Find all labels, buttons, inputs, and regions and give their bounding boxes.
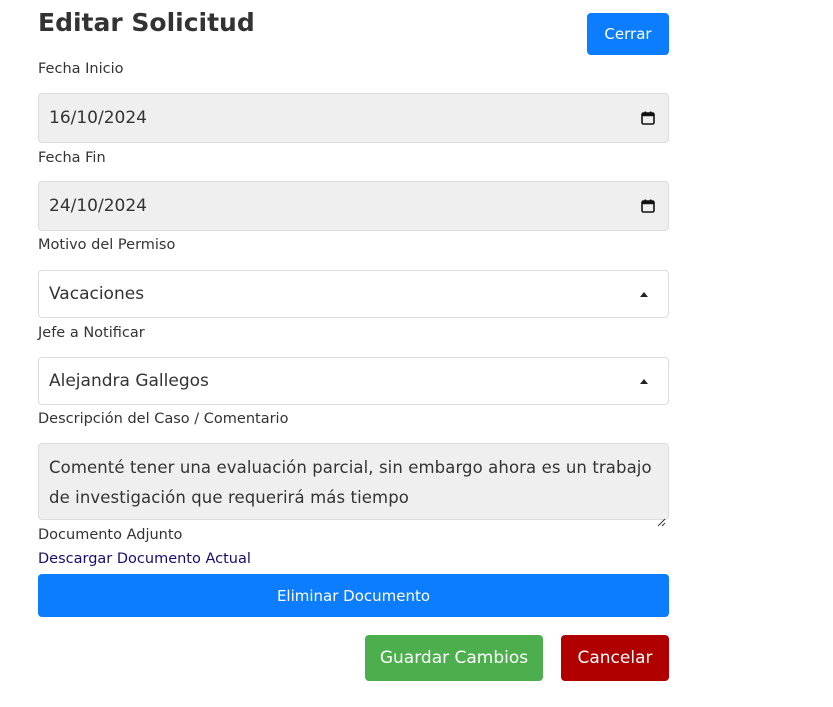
save-button[interactable]: Guardar Cambios	[365, 635, 543, 681]
delete-document-button[interactable]: Eliminar Documento	[38, 574, 669, 617]
description-value: Comenté tener una evaluación parcial, si…	[49, 458, 652, 507]
end-date-label: Fecha Fin	[38, 150, 106, 166]
start-date-input[interactable]: 16/10/2024	[38, 93, 669, 143]
description-label: Descripción del Caso / Comentario	[38, 411, 289, 427]
download-document-link[interactable]: Descargar Documento Actual	[38, 551, 251, 567]
cancel-button[interactable]: Cancelar	[561, 635, 669, 681]
caret-up-icon	[640, 291, 648, 297]
description-textarea[interactable]: Comenté tener una evaluación parcial, si…	[38, 443, 669, 527]
start-date-value: 16/10/2024	[49, 108, 147, 128]
end-date-input[interactable]: 24/10/2024	[38, 181, 669, 231]
calendar-icon[interactable]	[641, 199, 655, 213]
manager-select[interactable]: Alejandra Gallegos	[38, 357, 669, 405]
caret-up-icon	[640, 378, 648, 384]
manager-label: Jefe a Notificar	[38, 325, 145, 341]
page-title: Editar Solicitud	[38, 8, 255, 37]
attachment-label: Documento Adjunto	[38, 527, 183, 543]
close-button[interactable]: Cerrar	[587, 13, 669, 55]
calendar-icon[interactable]	[641, 111, 655, 125]
reason-value: Vacaciones	[49, 284, 145, 304]
manager-value: Alejandra Gallegos	[49, 371, 209, 391]
reason-label: Motivo del Permiso	[38, 237, 176, 253]
end-date-value: 24/10/2024	[49, 196, 147, 216]
reason-select[interactable]: Vacaciones	[38, 270, 669, 318]
resize-handle-icon[interactable]	[656, 507, 666, 527]
start-date-label: Fecha Inicio	[38, 61, 124, 77]
